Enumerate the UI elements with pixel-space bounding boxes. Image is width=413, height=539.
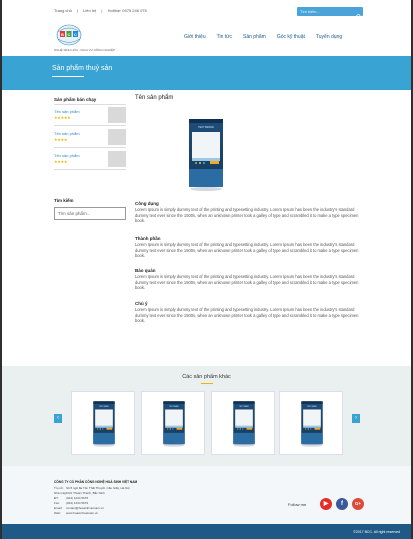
section-body: Lorem Ipsum is simply dummy text of the … <box>135 274 359 290</box>
rating-stars: ★★★★★ <box>54 115 71 120</box>
separator: | <box>101 8 103 13</box>
separator: | <box>77 8 79 13</box>
best-seller-item[interactable]: Tên sản phẩm ★★★★★ <box>54 106 126 126</box>
contact-link[interactable]: Liên hệ <box>83 8 96 13</box>
section-uses: Công dụng Lorem Ipsum is simply dummy te… <box>135 201 363 224</box>
top-links: Trang chủ | Liên hệ | Hotline: 0975 246 … <box>54 8 151 13</box>
nav-news[interactable]: Tin tức <box>217 34 232 40</box>
best-seller-item[interactable]: Tên sản phẩm ★★★★ <box>54 150 126 170</box>
footer: CÔNG TY CỔ PHẦN CÔNG NGHỆ HOÁ SINH VIỆT … <box>2 466 411 524</box>
section-body: Lorem Ipsum is simply dummy text of the … <box>135 242 359 258</box>
footer-fax: Fax: (024) 1234 5679 <box>54 501 89 505</box>
product-search-input[interactable]: Tìm sản phẩm... <box>54 207 126 220</box>
related-product-image: TEXT BRAND <box>301 401 323 447</box>
footer-address: Trụ sở: Số 8 ngõ 8a Tôn Thất Thuyết, Cầu … <box>54 486 130 490</box>
related-product-card[interactable]: TEXT BRAND <box>211 391 275 455</box>
nav-technical[interactable]: Góc kỹ thuật <box>277 34 305 40</box>
rating-stars: ★★★★ <box>54 159 68 164</box>
nav-about[interactable]: Giới thiệu <box>184 34 206 40</box>
bcc-logo[interactable]: B C C <box>54 24 84 48</box>
section-heading: Thành phần <box>135 236 161 241</box>
svg-text:B: B <box>61 32 64 37</box>
home-link[interactable]: Trang chủ <box>54 8 72 13</box>
search-title: Tìm kiếm <box>54 198 74 203</box>
section-storage: Bảo quản Lorem Ipsum is simply dummy tex… <box>135 268 363 291</box>
related-products: Các sản phẩm khác ‹ TEXT BRAND TEXT BRAN… <box>2 366 411 466</box>
footer-phone: ĐT: (024) 1234 5678 <box>54 496 89 500</box>
section-body: Lorem Ipsum is simply dummy text of the … <box>135 307 359 323</box>
best-seller-name[interactable]: Tên sản phẩm <box>54 153 80 158</box>
product-title: Tên sản phẩm <box>135 95 174 101</box>
related-title: Các sản phẩm khác <box>182 374 231 380</box>
carousel-prev-button[interactable]: ‹ <box>54 414 62 423</box>
section-notes: Chú ý Lorem Ipsum is simply dummy text o… <box>135 301 363 324</box>
related-product-card[interactable]: TEXT BRAND <box>279 391 343 455</box>
section-heading: Công dụng <box>135 201 159 206</box>
facebook-icon[interactable]: f <box>336 498 348 510</box>
section-ingredients: Thành phần Lorem Ipsum is simply dummy t… <box>135 236 363 259</box>
section-heading: Chú ý <box>135 301 148 306</box>
product-brand-label: TEXT BRAND <box>198 126 214 129</box>
main-nav: Giới thiệu Tin tức Sản phẩm Góc kỹ thuật… <box>184 34 353 40</box>
footer-email[interactable]: Email: contact@hoasinhvietnam.vn <box>54 506 104 510</box>
page-title: Sản phẩm thuỷ sản <box>52 65 113 72</box>
product-image: TEXT BRAND <box>189 119 223 191</box>
nav-careers[interactable]: Tuyển dụng <box>316 34 342 40</box>
section-heading: Bảo quản <box>135 268 156 273</box>
divider <box>54 104 126 105</box>
rating-stars: ★★★★ <box>54 137 68 142</box>
related-underline <box>201 383 213 384</box>
product-thumbnail[interactable] <box>108 107 126 123</box>
copyright-text: ©2017 BCC. All right reserved <box>353 530 400 534</box>
youtube-icon[interactable]: ▶ <box>320 498 332 510</box>
svg-text:C: C <box>68 32 71 37</box>
logo-tagline: NGHỆ SINH HÓA - DỊCH VỤ NÔNG NGHIỆP <box>54 48 116 52</box>
svg-text:C: C <box>74 32 77 37</box>
best-seller-item[interactable]: Tên sản phẩm ★★★★ <box>54 128 126 148</box>
related-product-image: TEXT BRAND <box>93 401 115 447</box>
related-product-image: TEXT BRAND <box>233 401 255 447</box>
section-body: Lorem Ipsum is simply dummy text of the … <box>135 207 359 223</box>
title-underline <box>52 76 84 77</box>
product-thumbnail[interactable] <box>108 151 126 167</box>
google-plus-icon[interactable]: G+ <box>352 498 364 510</box>
header: B C C NGHỆ SINH HÓA - DỊCH VỤ NÔNG NGHIỆ… <box>2 14 411 56</box>
related-product-image: TEXT BRAND <box>163 401 185 447</box>
copyright-bar: ©2017 BCC. All right reserved <box>2 524 411 539</box>
carousel-next-button[interactable]: › <box>352 414 360 423</box>
footer-factory: Nhà máy:KCN Thuận Thành, Bắc Ninh <box>54 491 105 495</box>
best-seller-name[interactable]: Tên sản phẩm <box>54 109 80 114</box>
best-sellers-title: Sản phẩm bán chạy <box>54 97 97 102</box>
footer-website[interactable]: Web: www.hoasinhvietnam.vn <box>54 511 98 515</box>
product-thumbnail[interactable] <box>108 129 126 145</box>
related-product-card[interactable]: TEXT BRAND <box>71 391 135 455</box>
hotline[interactable]: Hotline: 0975 246 075 <box>108 8 147 13</box>
search-placeholder: Tìm sản phẩm... <box>58 211 91 216</box>
follow-label: Follow me <box>288 502 307 507</box>
nav-products[interactable]: Sản phẩm <box>243 34 266 40</box>
related-product-card[interactable]: TEXT BRAND <box>141 391 205 455</box>
best-seller-name[interactable]: Tên sản phẩm <box>54 131 80 136</box>
company-name: CÔNG TY CỔ PHẦN CÔNG NGHỆ HOÁ SINH VIỆT … <box>54 480 138 484</box>
page-banner: Sản phẩm thuỷ sản <box>2 56 411 90</box>
